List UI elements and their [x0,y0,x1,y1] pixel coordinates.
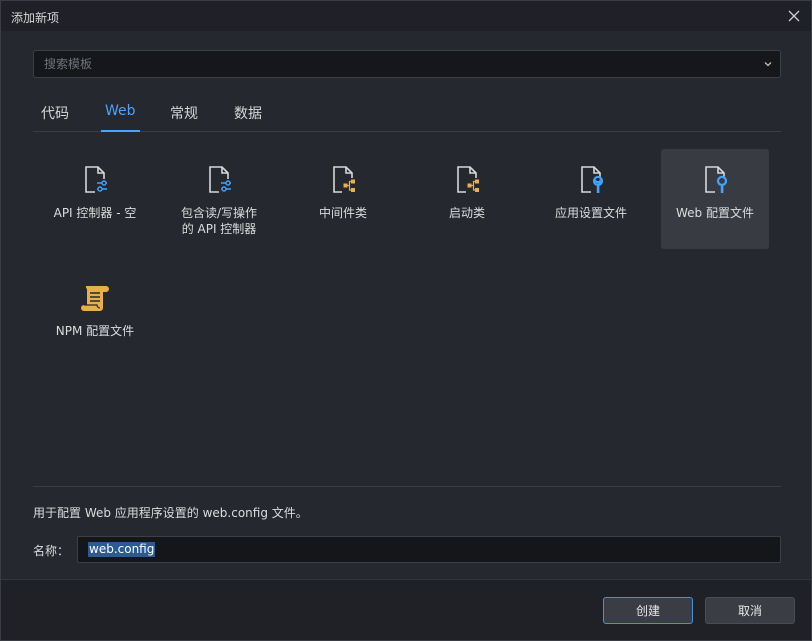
document-hierarchy-icon [333,166,357,194]
category-tabs: 代码 Web 常规 数据 [33,96,781,132]
document-settings-icon [85,166,108,193]
close-button[interactable] [783,5,805,27]
chevron-down-icon[interactable] [762,58,774,70]
cancel-button[interactable]: 取消 [705,597,795,624]
template-middleware-class[interactable]: 中间件类 [289,149,397,249]
dialog-title: 添加新项 [11,11,60,25]
template-label: 中间件类 [318,206,367,220]
template-label: 启动类 [448,206,485,220]
template-npm-config-file[interactable]: NPM 配置文件 [41,267,149,367]
template-web-config-file[interactable]: Web 配置文件 [661,149,769,249]
template-app-settings-file[interactable]: 应用设置文件 [537,149,645,249]
template-api-controller-empty[interactable]: API 控制器 - 空 [41,149,149,249]
template-label: 应用设置文件 [554,206,627,220]
template-api-controller-readwrite[interactable]: 包含读/写操作 的 API 控制器 [165,149,273,249]
close-icon [788,10,800,22]
search-input[interactable] [34,51,754,77]
title-bar: 添加新项 [1,1,811,31]
tab-data[interactable]: 数据 [234,103,262,131]
template-description: 用于配置 Web 应用程序设置的 web.config 文件。 [33,506,308,520]
add-new-item-dialog: 添加新项 代码 Web 常规 数据 API 控制器 - 空 [0,0,812,641]
dialog-footer: 创建 取消 [1,579,811,640]
name-label: 名称： [33,544,70,558]
tab-general[interactable]: 常规 [170,103,198,131]
template-label: 包含读/写操作 的 API 控制器 [180,206,258,236]
scroll-icon [81,286,109,311]
tab-web[interactable]: Web [101,103,140,132]
section-divider [33,486,781,487]
template-label: NPM 配置文件 [55,324,135,338]
tab-code[interactable]: 代码 [41,103,69,131]
create-button[interactable]: 创建 [603,597,693,624]
document-hierarchy-icon [457,166,481,194]
document-wrench-icon [581,166,605,194]
template-startup-class[interactable]: 启动类 [413,149,521,249]
name-input-value[interactable]: web.config [88,542,156,557]
template-label: Web 配置文件 [676,206,754,220]
document-wrench-icon [705,166,729,194]
name-input[interactable]: web.config [77,536,781,563]
document-settings-icon [209,166,232,193]
template-label: API 控制器 - 空 [53,206,137,220]
template-search[interactable] [33,50,781,78]
